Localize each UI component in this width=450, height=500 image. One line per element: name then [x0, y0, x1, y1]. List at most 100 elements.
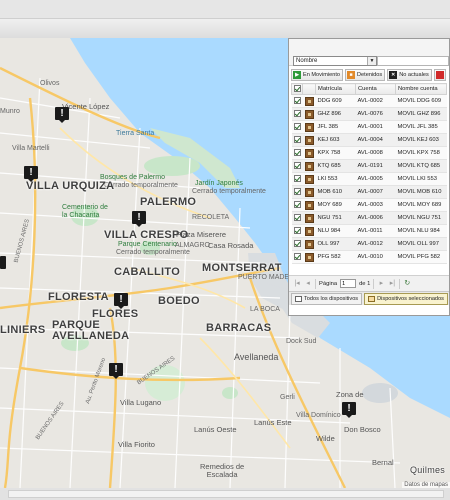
- header-select-all[interactable]: [291, 83, 303, 95]
- header-account-name[interactable]: Nombre cuenta: [395, 83, 447, 95]
- bottom-scroll[interactable]: [8, 490, 444, 498]
- selected-devices-icon: [368, 296, 376, 302]
- filter-not-current-button[interactable]: ✕ No actuales: [387, 69, 432, 81]
- search-input[interactable]: [377, 56, 449, 66]
- table-row[interactable]: KTQ 685 AVL-0191 MOVIL KTQ 685: [291, 159, 447, 173]
- neighborhood-floresta: FLORESTA: [48, 291, 109, 303]
- prev-page-icon[interactable]: ◂: [304, 280, 312, 288]
- row-plate: KTQ 685: [315, 159, 356, 173]
- row-checkbox[interactable]: [293, 175, 301, 183]
- row-device-cell: [302, 146, 316, 160]
- vehicle-marker[interactable]: [0, 256, 6, 272]
- row-account-name: MOVIL KEJ 603: [395, 133, 447, 147]
- row-account-name: MOVIL KPX 758: [395, 146, 447, 160]
- pagination-bar: |◂ ◂ Página de 1 ▸ ▸| ↻: [289, 275, 449, 291]
- row-checkbox[interactable]: [293, 97, 301, 105]
- row-account-name: MOVIL MOB 610: [395, 185, 447, 199]
- table-header-row: Matrícula Cuenta Nombre cuenta: [291, 83, 447, 95]
- row-checkbox-cell[interactable]: [291, 237, 303, 251]
- neighborhood-villa-urquiza: VILLA URQUIZA: [26, 180, 115, 192]
- row-checkbox-cell[interactable]: [291, 120, 303, 134]
- row-checkbox[interactable]: [293, 253, 301, 261]
- row-account-name: MOVIL GHZ 896: [395, 107, 447, 121]
- row-checkbox-cell[interactable]: [291, 107, 303, 121]
- sort-select[interactable]: Nombre ▼: [293, 56, 377, 66]
- table-row[interactable]: NLU 984 AVL-0011 MOVIL NLU 984: [291, 224, 447, 238]
- alarm-icon: [435, 71, 444, 79]
- refresh-icon[interactable]: ↻: [403, 280, 411, 288]
- row-checkbox[interactable]: [293, 136, 301, 144]
- pager-separator: [373, 278, 375, 289]
- table-row[interactable]: PFG 582 AVL-0010 MOVIL PFG 582: [291, 250, 447, 264]
- row-checkbox-cell[interactable]: [291, 198, 303, 212]
- table-row[interactable]: MOY 689 AVL-0003 MOVIL MOY 689: [291, 198, 447, 212]
- row-checkbox[interactable]: [293, 149, 301, 157]
- header-account[interactable]: Cuenta: [355, 83, 396, 95]
- table-row[interactable]: MOB 610 AVL-0007 MOVIL MOB 610: [291, 185, 447, 199]
- filter-moving-button[interactable]: ▶ En Movimiento: [291, 69, 343, 81]
- devices-table: Matrícula Cuenta Nombre cuenta DDG 609 AV…: [291, 83, 447, 264]
- row-checkbox[interactable]: [293, 123, 301, 131]
- row-account-name: MOVIL MOY 689: [395, 198, 447, 212]
- table-row[interactable]: NGU 751 AVL-0006 MOVIL NGU 751: [291, 211, 447, 225]
- filter-moving-label: En Movimiento: [303, 72, 340, 78]
- row-checkbox-cell[interactable]: [291, 211, 303, 225]
- row-device-cell: [302, 133, 316, 147]
- table-row[interactable]: KEJ 603 AVL-0004 MOVIL KEJ 603: [291, 133, 447, 147]
- page-input[interactable]: [340, 279, 357, 288]
- vehicle-marker[interactable]: !: [114, 293, 128, 309]
- table-row[interactable]: KPX 758 AVL-0008 MOVIL KPX 758: [291, 146, 447, 160]
- row-checkbox-cell[interactable]: [291, 250, 303, 264]
- table-row[interactable]: OLL 997 AVL-0012 MOVIL OLL 997: [291, 237, 447, 251]
- device-icon: [304, 161, 314, 171]
- table-row[interactable]: LKI 553 AVL-0005 MOVIL LKI 553: [291, 172, 447, 186]
- row-checkbox[interactable]: [293, 162, 301, 170]
- last-page-icon[interactable]: ▸|: [388, 280, 396, 288]
- place-almagro: ALMAGRO: [175, 242, 211, 249]
- row-device-cell: [302, 172, 316, 186]
- place-bosques-note: Cerrado temporalmente: [104, 182, 178, 189]
- place-parque-centenario: Parque Centenario: [118, 241, 177, 248]
- first-page-icon[interactable]: |◂: [293, 280, 301, 288]
- next-page-icon[interactable]: ▸: [377, 280, 385, 288]
- vehicle-marker[interactable]: !: [109, 363, 123, 379]
- row-device-cell: [302, 120, 316, 134]
- row-checkbox[interactable]: [293, 227, 301, 235]
- row-checkbox[interactable]: [293, 214, 301, 222]
- row-checkbox-cell[interactable]: [291, 224, 303, 238]
- place-plaza-miserere: Plaza Miserere: [176, 230, 227, 239]
- vehicle-marker[interactable]: !: [55, 107, 69, 123]
- row-checkbox[interactable]: [293, 188, 301, 196]
- row-checkbox[interactable]: [293, 201, 301, 209]
- vehicle-marker[interactable]: !: [132, 211, 146, 227]
- place-jardin-note: Cerrado temporalmente: [192, 188, 266, 195]
- header-plate[interactable]: Matrícula: [315, 83, 356, 95]
- row-checkbox-cell[interactable]: [291, 185, 303, 199]
- table-row[interactable]: JFL 385 AVL-0001 MOVIL JFL 385: [291, 120, 447, 134]
- row-checkbox[interactable]: [293, 240, 301, 248]
- vehicle-marker[interactable]: !: [24, 166, 38, 182]
- row-checkbox[interactable]: [293, 110, 301, 118]
- filter-stopped-button[interactable]: ■ Detenidos: [345, 69, 386, 81]
- place-casa-rosada: Casa Rosada: [208, 241, 254, 250]
- select-all-checkbox[interactable]: [294, 85, 301, 93]
- chevron-down-icon[interactable]: ▼: [367, 57, 376, 65]
- table-row[interactable]: DDG 609 AVL-0002 MOVIL DDG 609: [291, 94, 447, 108]
- vehicle-marker[interactable]: !: [342, 402, 356, 418]
- row-checkbox-cell[interactable]: [291, 146, 303, 160]
- place-parque-centenario-note: Cerrado temporalmente: [116, 249, 190, 256]
- tab-selected-devices[interactable]: Dispositivos seleccionados: [364, 293, 448, 305]
- row-account: AVL-0001: [355, 120, 396, 134]
- place-lanus-este: Lanús Este: [254, 418, 292, 427]
- row-checkbox-cell[interactable]: [291, 133, 303, 147]
- filter-alarm-button[interactable]: [433, 69, 446, 81]
- table-row[interactable]: GHZ 896 AVL-0076 MOVIL GHZ 896: [291, 107, 447, 121]
- row-checkbox-cell[interactable]: [291, 94, 303, 108]
- place-la-boca: LA BOCA: [250, 306, 280, 313]
- neighborhood-liniers: LINIERS: [0, 324, 46, 336]
- tab-all-devices[interactable]: Todos los dispositivos: [291, 293, 363, 305]
- pager-separator: [315, 278, 316, 289]
- row-checkbox-cell[interactable]: [291, 172, 303, 186]
- stopped-icon: ■: [347, 71, 355, 79]
- row-checkbox-cell[interactable]: [291, 159, 303, 173]
